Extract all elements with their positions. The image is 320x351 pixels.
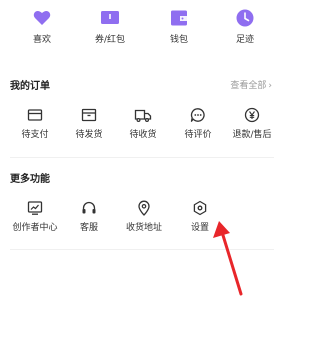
wallet-icon [171,10,187,26]
quick-link-history[interactable]: 足迹 [217,8,273,52]
yen-icon [244,107,260,123]
section-divider [10,249,274,250]
customer-service-item[interactable]: 客服 [61,200,117,240]
shipping-address-item[interactable]: 收货地址 [116,200,172,240]
truck-icon [134,109,152,123]
gear-hexagon-icon [193,200,207,216]
section-divider [10,157,274,158]
quick-link-label: 足迹 [235,35,254,45]
chevron-right-icon: › [268,81,272,91]
order-pending-payment[interactable]: 待支付 [7,107,63,147]
card-icon [27,109,43,121]
ticket-icon [101,11,119,24]
clock-icon [236,9,254,27]
function-label: 设置 [190,223,209,233]
quick-link-label: 券/红包 [94,35,126,45]
order-refund-aftersales[interactable]: 退款/售后 [224,107,280,147]
order-pending-receipt[interactable]: 待收货 [115,107,171,147]
order-pending-shipment[interactable]: 待发货 [61,107,117,147]
quick-link-label: 喜欢 [32,35,51,45]
view-all-orders-link[interactable]: 查看全部 › [230,80,272,93]
box-icon [81,108,97,122]
chart-board-icon [27,201,43,215]
quick-link-label: 钱包 [169,35,188,45]
creator-center-item[interactable]: 创作者中心 [7,200,63,240]
profile-page: 喜欢 券/红包 钱包 足迹 我的订单 查看全部 › 待支付 待发货 待收货 待评… [0,0,284,351]
order-status-label: 退款/售后 [232,130,272,140]
location-pin-icon [138,200,150,216]
settings-item[interactable]: 设置 [172,200,228,240]
quick-link-wallet[interactable]: 钱包 [151,8,207,52]
heart-icon [33,10,51,25]
view-all-label: 查看全部 [230,81,267,91]
headset-icon [82,201,96,214]
orders-section-title: 我的订单 [10,81,50,92]
chat-bubble-icon [190,108,205,122]
quick-link-coupons[interactable]: 券/红包 [82,8,138,52]
quick-link-favorites[interactable]: 喜欢 [14,8,70,52]
order-pending-review[interactable]: 待评价 [170,107,226,147]
more-section-title: 更多功能 [10,174,50,185]
